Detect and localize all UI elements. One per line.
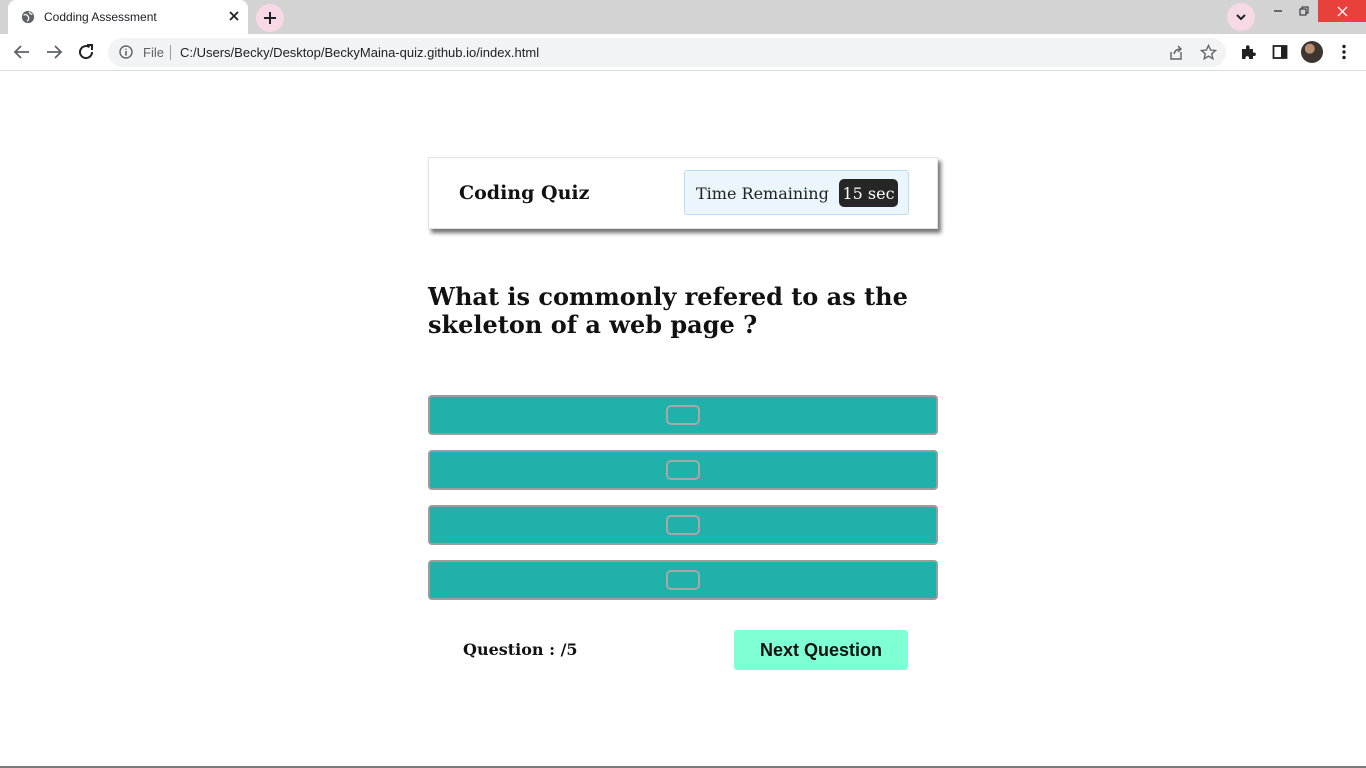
answer-label[interactable] [666,405,700,425]
address-bar[interactable]: File C:/Users/Becky/Desktop/BeckyMaina-q… [108,38,1226,67]
browser-toolbar: File C:/Users/Becky/Desktop/BeckyMaina-q… [0,34,1366,71]
tab-search-button[interactable] [1227,3,1255,31]
side-panel-button[interactable] [1271,43,1289,61]
divider [170,45,171,60]
answer-label[interactable] [666,515,700,535]
side-panel-icon [1272,45,1288,59]
question-text: What is commonly refered to as the skele… [428,282,908,339]
close-icon [1337,6,1347,16]
plus-icon [264,12,276,24]
arrow-right-icon [47,45,63,59]
window-close-button[interactable] [1318,0,1366,22]
new-tab-button[interactable] [256,4,284,32]
reload-icon [79,44,94,60]
answer-option-4[interactable] [428,560,938,600]
extensions-button[interactable] [1239,43,1257,61]
timer-label: Time Remaining [696,184,829,203]
answer-option-2[interactable] [428,450,938,490]
answer-option-3[interactable] [428,505,938,545]
timer-value: 15 sec [839,179,898,207]
back-button[interactable] [12,42,32,62]
tab-title: Codding Assessment [44,10,157,24]
avatar[interactable] [1301,41,1323,63]
timer-box: Time Remaining 15 sec [684,170,909,215]
page-title: Coding Quiz [459,182,590,204]
next-question-button[interactable]: Next Question [734,630,908,670]
globe-icon [21,10,35,24]
scheme-label: File [143,45,164,60]
star-icon[interactable] [1200,44,1217,61]
arrow-left-icon [13,45,29,59]
kebab-menu-icon [1342,44,1346,60]
menu-button[interactable] [1335,43,1353,61]
info-icon[interactable] [119,45,133,59]
close-icon[interactable] [226,8,242,24]
url-text[interactable]: C:/Users/Becky/Desktop/BeckyMaina-quiz.g… [180,45,539,60]
minimize-icon [1274,10,1282,12]
chevron-down-icon [1236,14,1246,21]
answer-label[interactable] [666,460,700,480]
quiz-header: Coding Quiz Time Remaining 15 sec [428,157,938,229]
answer-label[interactable] [666,570,700,590]
puzzle-icon [1241,44,1256,59]
share-icon[interactable] [1168,45,1184,61]
restore-icon [1299,6,1309,16]
forward-button[interactable] [44,42,64,62]
answer-option-1[interactable] [428,395,938,435]
reload-button[interactable] [76,42,96,62]
tab-bar: Codding Assessment [0,0,1366,34]
question-counter: Question : /5 [463,640,578,659]
browser-tab[interactable]: Codding Assessment [8,0,248,34]
